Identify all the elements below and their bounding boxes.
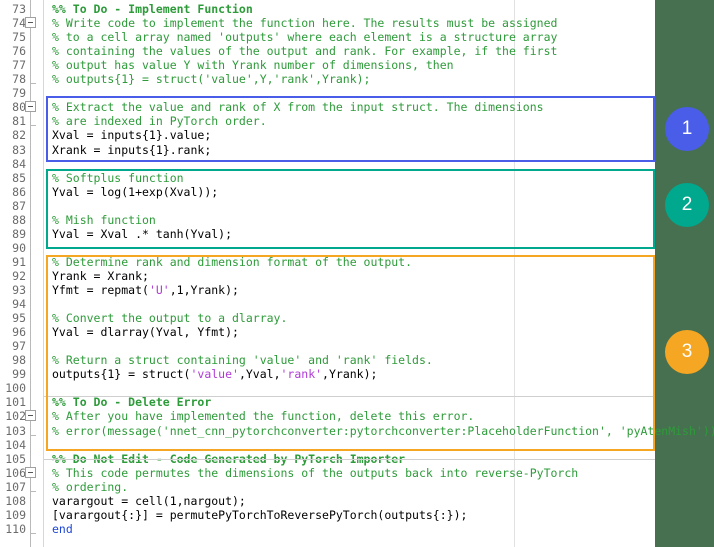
code-line-81[interactable]: % are indexed in PyTorch order.: [52, 114, 267, 128]
callout-badge-2: 2: [665, 183, 709, 227]
line-number-108: 108: [5, 493, 26, 508]
code-line-92[interactable]: Yrank = Xrank;: [52, 269, 149, 283]
line-number-73: 73: [12, 2, 26, 16]
line-number-78: 78: [12, 72, 26, 87]
code-line-89[interactable]: Yval = Xval .* tanh(Yval);: [52, 227, 232, 241]
line-number-100: 100: [5, 381, 26, 396]
code-line-74[interactable]: % Write code to implement the function h…: [52, 16, 557, 30]
code-line-107[interactable]: % ordering.: [52, 480, 128, 494]
code-line-86[interactable]: Yval = log(1+exp(Xval));: [52, 185, 218, 199]
line-number-77: 77: [12, 58, 26, 73]
fold-collapse-icon-80[interactable]: [25, 101, 36, 113]
code-line-73[interactable]: %% To Do - Implement Function: [52, 2, 253, 16]
code-line-75[interactable]: % to a cell array named 'outputs' where …: [52, 30, 557, 44]
code-line-85[interactable]: % Softplus function: [52, 171, 184, 185]
code-line-98[interactable]: % Return a struct containing 'value' and…: [52, 353, 433, 367]
callout-badge-1: 1: [665, 107, 709, 151]
line-number-gutter[interactable]: 73 74 75 76 77 78 79 80 81 82 83 84 85 86 87 88 89 90 91 92…: [0, 0, 44, 547]
line-number-94: 94: [12, 297, 26, 312]
line-number-74: 74: [12, 16, 26, 31]
code-line-103[interactable]: % error(message('nnet_cnn_pytorchconvert…: [52, 424, 714, 438]
code-line-102[interactable]: % After you have implemented the functio…: [52, 409, 474, 423]
line-number-76: 76: [12, 44, 26, 59]
line-number-95: 95: [12, 311, 26, 326]
code-line-91[interactable]: % Determine rank and dimension format of…: [52, 255, 412, 269]
code-line-80[interactable]: % Extract the value and rank of X from t…: [52, 100, 544, 114]
line-number-82: 82: [12, 128, 26, 143]
code-line-99[interactable]: outputs{1} = struct('value',Yval,'rank',…: [52, 367, 377, 381]
code-editor[interactable]: %% To Do - Implement Function% Write cod…: [0, 0, 714, 547]
line-number-93: 93: [12, 283, 26, 297]
line-number-84: 84: [12, 156, 26, 171]
line-number-101: 101: [5, 395, 26, 410]
line-number-87: 87: [12, 198, 26, 213]
fold-end-marker-110: [30, 528, 36, 534]
fold-end-marker-103: [30, 430, 36, 436]
line-number-81: 81: [12, 114, 26, 129]
line-number-90: 90: [12, 240, 26, 255]
line-number-89: 89: [12, 226, 26, 241]
code-line-88[interactable]: % Mish function: [52, 213, 156, 227]
line-number-97: 97: [12, 339, 26, 354]
line-number-107: 107: [5, 479, 26, 494]
code-line-82[interactable]: Xval = inputs{1}.value;: [52, 128, 211, 142]
fold-collapse-icon-106[interactable]: [25, 466, 36, 478]
line-number-104: 104: [5, 437, 26, 452]
code-line-110[interactable]: end: [52, 522, 73, 536]
code-line-108[interactable]: varargout = cell(1,nargout);: [52, 494, 246, 508]
section-divider-2: [44, 459, 655, 460]
section-divider-1: [44, 396, 655, 397]
line-number-105: 105: [5, 451, 26, 466]
line-number-110: 110: [5, 521, 26, 536]
code-line-95[interactable]: % Convert the output to a dlarray.: [52, 311, 287, 325]
fold-collapse-icon-102[interactable]: [25, 410, 36, 422]
line-number-88: 88: [12, 212, 26, 227]
code-line-76[interactable]: % containing the values of the output an…: [52, 44, 557, 58]
line-number-106: 106: [5, 465, 26, 480]
fold-end-marker-78: [30, 79, 36, 85]
code-line-101[interactable]: %% To Do - Delete Error: [52, 395, 211, 409]
line-number-91: 91: [12, 254, 26, 269]
line-number-79: 79: [12, 86, 26, 101]
line-number-75: 75: [12, 30, 26, 45]
code-line-77[interactable]: % output has value Y with Yrank number o…: [52, 58, 454, 72]
line-number-83: 83: [12, 142, 26, 157]
gutter-separator: [43, 0, 44, 547]
code-line-106[interactable]: % This code permutes the dimensions of t…: [52, 466, 578, 480]
line-number-109: 109: [5, 507, 26, 522]
code-text-area[interactable]: %% To Do - Implement Function% Write cod…: [44, 0, 714, 547]
line-number-92: 92: [12, 268, 26, 283]
line-number-102: 102: [5, 409, 26, 424]
fold-end-marker-107: [30, 486, 36, 492]
line-number-98: 98: [12, 353, 26, 368]
line-number-86: 86: [12, 184, 26, 199]
callout-badge-3: 3: [665, 330, 709, 374]
code-line-96[interactable]: Yval = dlarray(Yval, Yfmt);: [52, 325, 239, 339]
code-line-109[interactable]: [varargout{:}] = permutePyTorchToReverse…: [52, 508, 467, 522]
line-number-103: 103: [5, 423, 26, 438]
code-line-93[interactable]: Yfmt = repmat('U',1,Yrank);: [52, 283, 239, 297]
code-line-78[interactable]: % outputs{1} = struct('value',Y,'rank',Y…: [52, 72, 371, 86]
line-number-99: 99: [12, 367, 26, 382]
line-number-85: 85: [12, 170, 26, 185]
code-line-83[interactable]: Xrank = inputs{1}.rank;: [52, 143, 211, 157]
line-number-80: 80: [12, 100, 26, 115]
fold-end-marker-81: [30, 121, 36, 127]
line-number-96: 96: [12, 325, 26, 340]
fold-collapse-icon-74[interactable]: [25, 17, 36, 29]
